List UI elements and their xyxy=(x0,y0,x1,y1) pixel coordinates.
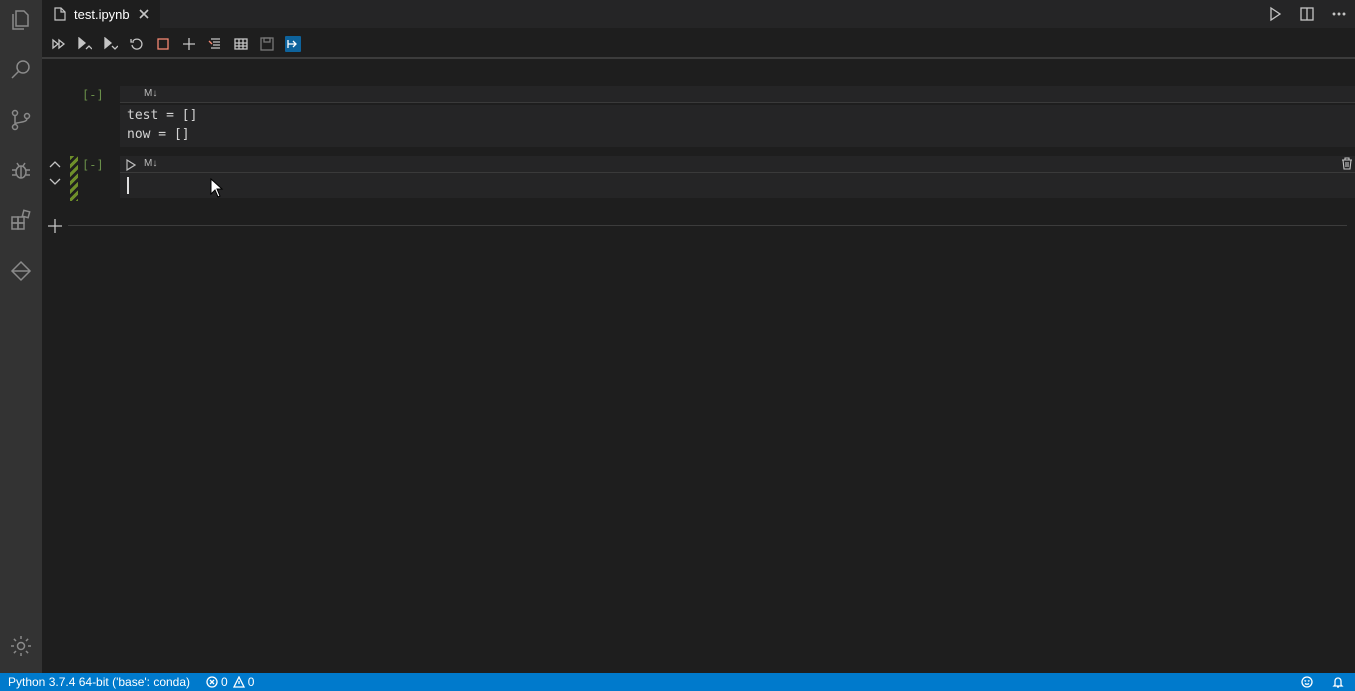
extensions-icon[interactable] xyxy=(0,200,42,240)
search-icon[interactable] xyxy=(0,50,42,90)
mouse-pointer-icon xyxy=(210,178,224,198)
split-editor-icon[interactable] xyxy=(1291,0,1323,28)
variables-icon[interactable] xyxy=(233,36,249,52)
notifications-bell-icon[interactable] xyxy=(1324,673,1355,691)
interpreter-label: Python 3.7.4 64-bit ('base': conda) xyxy=(8,675,191,689)
run-cell-icon[interactable] xyxy=(126,158,138,172)
interrupt-kernel-icon[interactable] xyxy=(155,36,171,52)
notebook-cell-1[interactable]: [-] M↓ test = [] now = [] xyxy=(42,86,1355,148)
restart-kernel-icon[interactable] xyxy=(129,36,145,52)
tab-test-ipynb[interactable]: test.ipynb xyxy=(42,0,160,28)
run-below-icon[interactable] xyxy=(103,36,119,52)
export-icon[interactable] xyxy=(285,36,301,52)
cell-execution-count: [-] xyxy=(82,158,104,172)
move-cell-up-icon[interactable] xyxy=(47,157,63,171)
source-control-icon[interactable] xyxy=(0,100,42,140)
add-cell-row xyxy=(42,216,1355,236)
problems-indicator[interactable]: 0 0 xyxy=(198,673,262,691)
run-file-icon[interactable] xyxy=(1259,0,1291,28)
python-interpreter[interactable]: Python 3.7.4 64-bit ('base': conda) xyxy=(0,673,198,691)
settings-gear-icon[interactable] xyxy=(0,626,42,666)
code-line: now = [] xyxy=(127,127,190,142)
cell-toolbar: M↓ xyxy=(120,156,1355,173)
add-cell-divider xyxy=(68,225,1347,226)
run-above-icon[interactable] xyxy=(77,36,93,52)
debug-icon[interactable] xyxy=(0,150,42,190)
code-line: test = [] xyxy=(127,108,198,123)
markdown-toggle[interactable]: M↓ xyxy=(144,88,157,99)
cell-selection-indicator xyxy=(70,156,78,201)
activity-bar xyxy=(0,0,42,673)
file-icon xyxy=(54,7,68,21)
error-count: 0 xyxy=(221,675,228,689)
markdown-toggle[interactable]: M↓ xyxy=(144,158,157,169)
warning-icon xyxy=(232,676,245,688)
remote-explorer-icon[interactable] xyxy=(0,250,42,290)
delete-cell-icon[interactable] xyxy=(1341,157,1355,171)
save-icon[interactable] xyxy=(259,36,275,52)
text-cursor xyxy=(127,177,129,194)
notebook-toolbar xyxy=(42,28,1355,59)
cell-editor[interactable] xyxy=(120,173,1355,198)
close-icon[interactable] xyxy=(136,6,152,22)
more-actions-icon[interactable] xyxy=(1323,0,1355,28)
status-bar: Python 3.7.4 64-bit ('base': conda) 0 0 xyxy=(0,673,1355,691)
warning-count: 0 xyxy=(247,675,255,689)
move-cell-down-icon[interactable] xyxy=(47,175,63,189)
cell-toolbar: M↓ xyxy=(120,86,1355,103)
notebook-cell-2[interactable]: [-] M↓ xyxy=(42,156,1355,201)
cell-editor[interactable]: test = [] now = [] xyxy=(120,105,1355,147)
add-cell-icon[interactable] xyxy=(181,36,197,52)
feedback-icon[interactable] xyxy=(1293,673,1324,691)
editor-tab-bar: test.ipynb xyxy=(42,0,1355,28)
explorer-icon[interactable] xyxy=(0,0,42,40)
tab-label: test.ipynb xyxy=(74,6,130,22)
run-all-icon[interactable] xyxy=(51,36,67,52)
cell-execution-count: [-] xyxy=(82,88,104,102)
clear-outputs-icon[interactable] xyxy=(207,36,223,52)
add-cell-plus-icon[interactable] xyxy=(47,218,63,234)
error-icon xyxy=(206,676,218,688)
